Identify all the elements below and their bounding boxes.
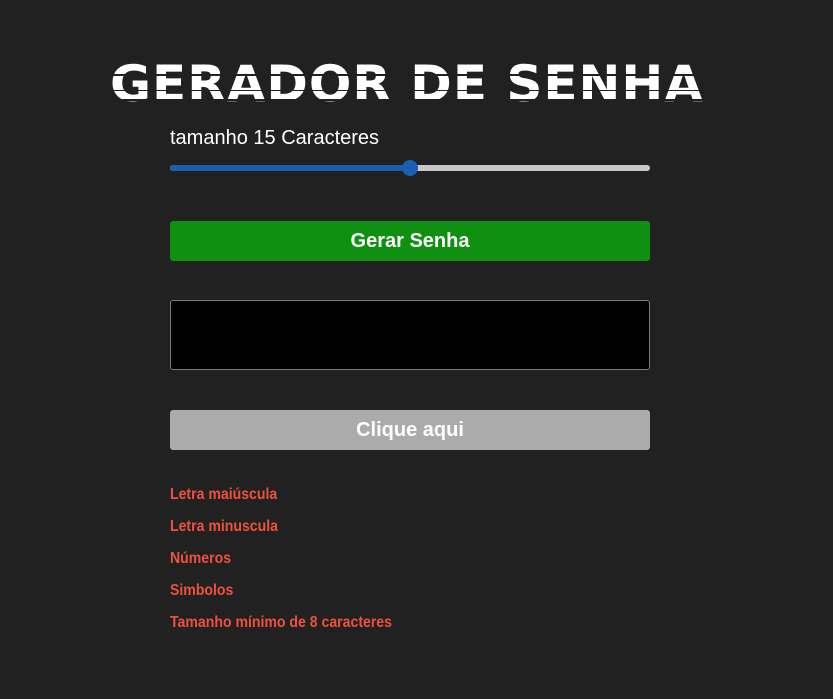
password-rules-list: Letra maiúscula Letra minuscula Números … [170,479,422,639]
rule-uppercase: Letra maiúscula [170,486,278,503]
copy-password-button[interactable]: Clique aqui [170,410,650,450]
title-grunge-stripe [110,90,710,91]
app-title-container: GERADOR DE SENHA [110,52,710,116]
length-label: tamanho 15 Caracteres [170,126,379,150]
length-slider[interactable] [170,160,650,176]
length-suffix: Caracteres [281,127,380,149]
slider-fill [170,165,410,171]
length-value: 15 [253,127,276,149]
rule-numbers: Números [170,550,232,567]
generate-password-button[interactable]: Gerar Senha [170,221,650,261]
title-wrap: GERADOR DE SENHA [110,52,710,116]
rule-symbols: Simbolos [170,582,234,599]
title-grunge-stripe [110,99,710,101]
length-prefix: tamanho [170,127,248,149]
password-generator-page: GERADOR DE SENHA tamanho 15 Caracteres G… [0,0,833,699]
rule-lowercase: Letra minuscula [170,518,278,535]
rule-min-length: Tamanho mínimo de 8 caracteres [170,614,392,631]
password-output[interactable] [170,300,650,370]
title-grunge-stripe [110,74,710,76]
app-title: GERADOR DE SENHA [110,55,704,113]
slider-thumb[interactable] [402,160,418,176]
